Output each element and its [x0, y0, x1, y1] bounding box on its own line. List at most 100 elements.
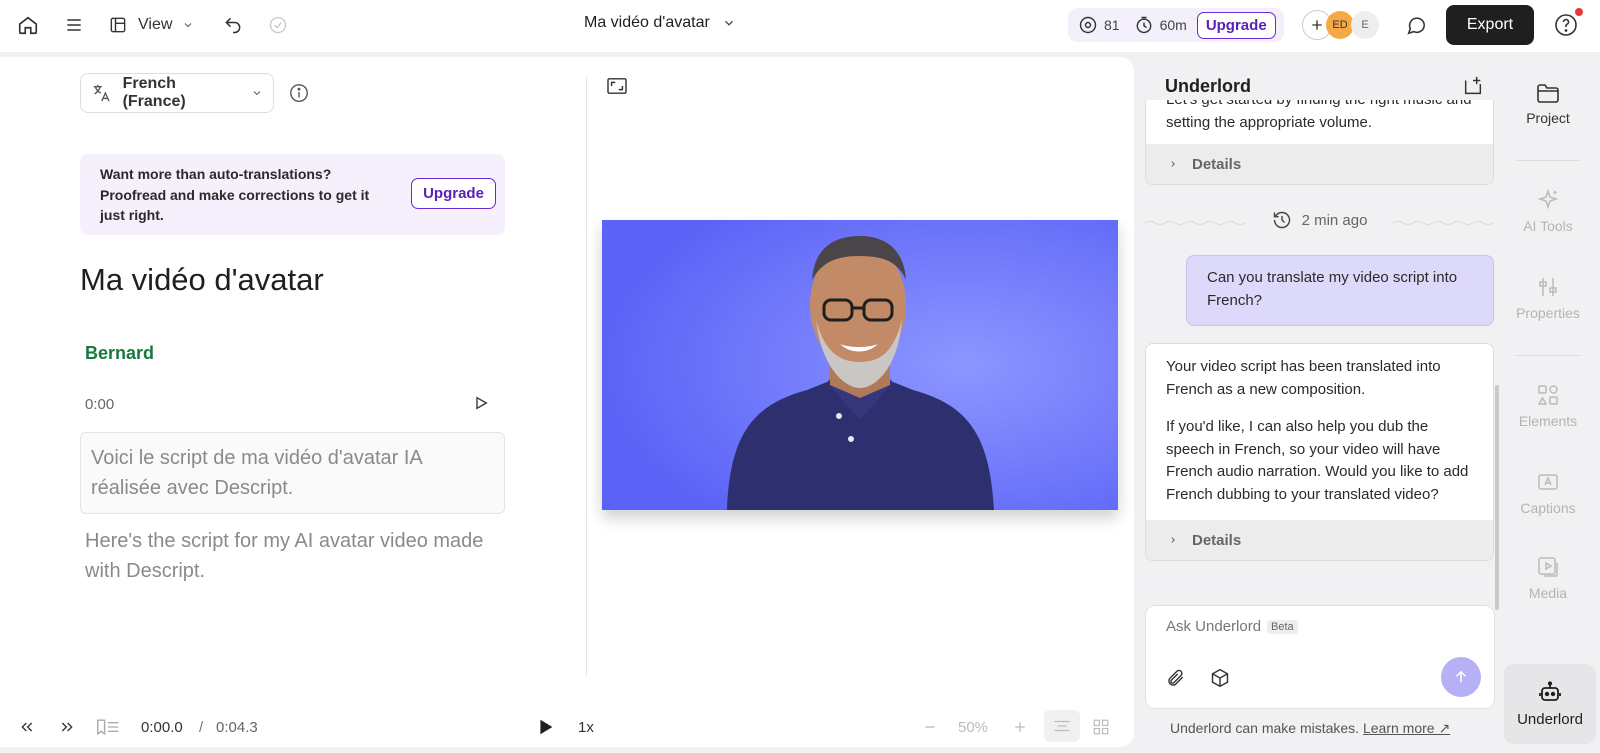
message-text: If you'd like, I can also help you dub t…	[1166, 418, 1469, 503]
skip-forward-icon[interactable]	[58, 719, 76, 735]
chat-history[interactable]: Let's get started by finding the right m…	[1145, 100, 1495, 580]
rail-divider	[1516, 355, 1580, 356]
details-label: Details	[1192, 531, 1242, 549]
avatar[interactable]: ED	[1326, 11, 1354, 39]
rail-label: Underlord	[1517, 710, 1583, 728]
time-separator: /	[199, 718, 204, 736]
play-paragraph-icon[interactable]	[473, 395, 489, 411]
folder-icon	[1537, 84, 1559, 103]
home-icon[interactable]	[14, 8, 42, 42]
assistant-message: Your video script has been translated in…	[1145, 343, 1494, 561]
rail-label: Captions	[1520, 500, 1576, 516]
export-button[interactable]: Export	[1446, 5, 1534, 45]
info-icon[interactable]	[288, 82, 310, 104]
chevron-down-icon	[724, 20, 733, 26]
zoom-level[interactable]: 50%	[958, 719, 988, 736]
upgrade-button[interactable]: Upgrade	[1196, 11, 1276, 39]
skip-back-icon[interactable]	[18, 719, 36, 735]
upgrade-banner: Want more than auto-translations? Proofr…	[80, 154, 505, 235]
undo-icon[interactable]	[220, 8, 246, 42]
beta-badge: Beta	[1267, 619, 1298, 634]
message-timestamp: 2 min ago	[1145, 210, 1494, 230]
rail-label: AI Tools	[1523, 218, 1573, 234]
new-chat-icon[interactable]	[1462, 75, 1484, 97]
media-count: 81	[1104, 17, 1120, 33]
learn-more-link[interactable]: Learn more ↗	[1363, 720, 1450, 736]
translated-script[interactable]: Voici le script de ma vidéo d'avatar IA …	[80, 432, 505, 514]
chevron-right-icon	[1171, 537, 1175, 543]
cube-icon[interactable]	[1210, 668, 1230, 688]
comments-icon[interactable]	[1402, 8, 1430, 42]
rail-item-project[interactable]: Project	[1508, 82, 1588, 126]
bookmark-icon[interactable]	[96, 718, 120, 736]
media-minutes-icon	[1079, 16, 1097, 34]
rail-item-elements[interactable]: Elements	[1508, 383, 1588, 429]
time-remaining: 60m	[1159, 17, 1187, 33]
rail-label: Elements	[1518, 413, 1578, 429]
top-bar: View Ma vidéo d'avatar 81 60m Upgrade ED…	[0, 0, 1600, 52]
rail-label: Project	[1526, 110, 1570, 126]
project-title: Ma vidéo d'avatar	[584, 14, 710, 31]
ask-placeholder: Ask Underlord	[1166, 618, 1262, 635]
chat-scrollbar[interactable]	[1495, 385, 1499, 610]
rail-item-underlord[interactable]: Underlord	[1504, 664, 1596, 744]
menu-icon[interactable]	[60, 8, 88, 42]
send-button[interactable]	[1441, 657, 1481, 697]
notification-dot	[1575, 8, 1583, 16]
layout-icon	[110, 17, 126, 33]
language-select[interactable]: French (France)	[80, 73, 274, 113]
disclaimer-text: Underlord can make mistakes.	[1170, 720, 1360, 736]
sliders-icon	[1539, 278, 1557, 296]
user-message: Can you translate my video script into F…	[1186, 255, 1494, 326]
grid-layout-icon[interactable]	[1092, 718, 1110, 736]
underlord-title: Underlord	[1165, 76, 1252, 96]
details-toggle[interactable]: Details	[1146, 520, 1493, 560]
paragraph-timecode: 0:00	[85, 396, 115, 413]
arrow-up-icon	[1455, 670, 1467, 683]
rail-item-media[interactable]: Media	[1508, 555, 1588, 601]
script-layout-icon[interactable]	[1044, 710, 1080, 742]
zoom-in-icon[interactable]	[1012, 719, 1028, 735]
current-time: 0:00.0	[141, 718, 183, 736]
message-text: Your video script has been translated in…	[1166, 358, 1441, 398]
play-icon[interactable]	[538, 718, 554, 736]
timestamp-label: 2 min ago	[1301, 211, 1368, 229]
chevron-down-icon	[185, 23, 192, 28]
elements-icon	[1537, 385, 1558, 405]
usage-meter: 81 60m Upgrade	[1068, 8, 1284, 42]
speaker-label[interactable]: Bernard	[85, 343, 154, 364]
banner-upgrade-button[interactable]: Upgrade	[411, 178, 496, 209]
ask-underlord-input[interactable]: Ask Underlord Beta	[1145, 605, 1495, 709]
document-title[interactable]: Ma vidéo d'avatar	[80, 262, 324, 298]
history-icon	[1273, 211, 1290, 229]
video-preview[interactable]	[602, 220, 1118, 510]
attach-icon[interactable]	[1166, 668, 1186, 688]
view-label: View	[138, 16, 173, 33]
fullscreen-icon[interactable]	[606, 77, 628, 95]
details-label: Details	[1192, 155, 1242, 173]
plus-icon	[1312, 20, 1322, 30]
timer-icon	[1136, 16, 1151, 34]
saved-check-icon	[265, 8, 291, 42]
playback-speed[interactable]: 1x	[578, 719, 594, 736]
panel-divider[interactable]	[586, 77, 587, 677]
avatar-figure	[602, 220, 1118, 510]
details-toggle[interactable]: Details	[1146, 144, 1493, 184]
project-title-menu[interactable]: Ma vidéo d'avatar	[584, 14, 736, 32]
rail-item-captions[interactable]: Captions	[1508, 470, 1588, 516]
message-text: Let's get started by finding the right m…	[1166, 100, 1472, 131]
avatar[interactable]: E	[1351, 11, 1379, 39]
rail-item-properties[interactable]: Properties	[1508, 275, 1588, 321]
robot-icon	[1539, 680, 1561, 701]
editor-panel: French (France) Want more than auto-tran…	[0, 57, 1134, 747]
banner-text: Want more than auto-translations? Proofr…	[100, 166, 370, 223]
view-menu-button[interactable]: View	[108, 8, 194, 42]
translate-icon	[93, 84, 110, 102]
chevron-right-icon	[1171, 161, 1175, 167]
zoom-out-icon[interactable]	[922, 719, 938, 735]
total-duration: 0:04.3	[216, 718, 258, 736]
language-label: French (France)	[122, 75, 186, 110]
sparkle-icon	[1537, 188, 1559, 210]
captions-icon	[1538, 474, 1558, 490]
rail-item-ai-tools[interactable]: AI Tools	[1508, 188, 1588, 234]
